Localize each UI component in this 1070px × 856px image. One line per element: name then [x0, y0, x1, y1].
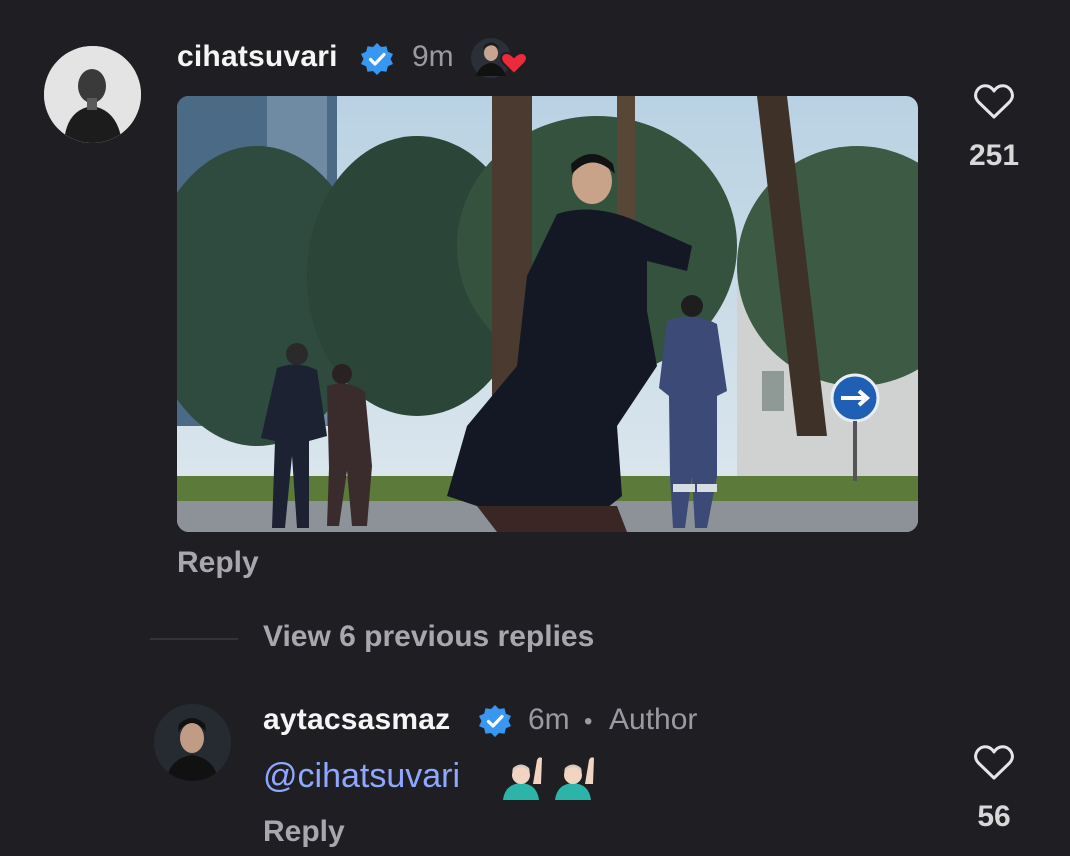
author-liked-heart-icon — [470, 36, 534, 80]
reply-button[interactable]: Reply — [177, 546, 259, 580]
comment-media-gif[interactable] — [177, 96, 918, 532]
heart-outline-icon[interactable] — [973, 82, 1015, 125]
comment-username[interactable]: cihatsuvari — [177, 40, 338, 74]
comment-username[interactable]: aytacsasmaz — [263, 703, 450, 737]
thread-divider-line — [150, 638, 238, 640]
heart-outline-icon[interactable] — [973, 743, 1015, 786]
view-previous-replies-link[interactable]: View 6 previous replies — [263, 620, 594, 654]
avatar-cihatsuvari[interactable] — [44, 46, 141, 143]
comment-time: 9m — [412, 40, 454, 73]
author-badge: Author — [609, 703, 698, 736]
verified-badge-icon — [360, 42, 394, 76]
like-count: 56 — [977, 800, 1011, 833]
mention-link[interactable]: @cihatsuvari — [263, 757, 460, 796]
like-count: 251 — [968, 139, 1020, 172]
verified-badge-icon — [478, 704, 512, 738]
raising-hand-emoji — [501, 754, 597, 800]
meta-separator: • — [584, 708, 593, 735]
avatar-aytacsasmaz[interactable] — [154, 704, 231, 781]
comment-time: 6m — [528, 703, 570, 736]
reply-button[interactable]: Reply — [263, 815, 345, 849]
